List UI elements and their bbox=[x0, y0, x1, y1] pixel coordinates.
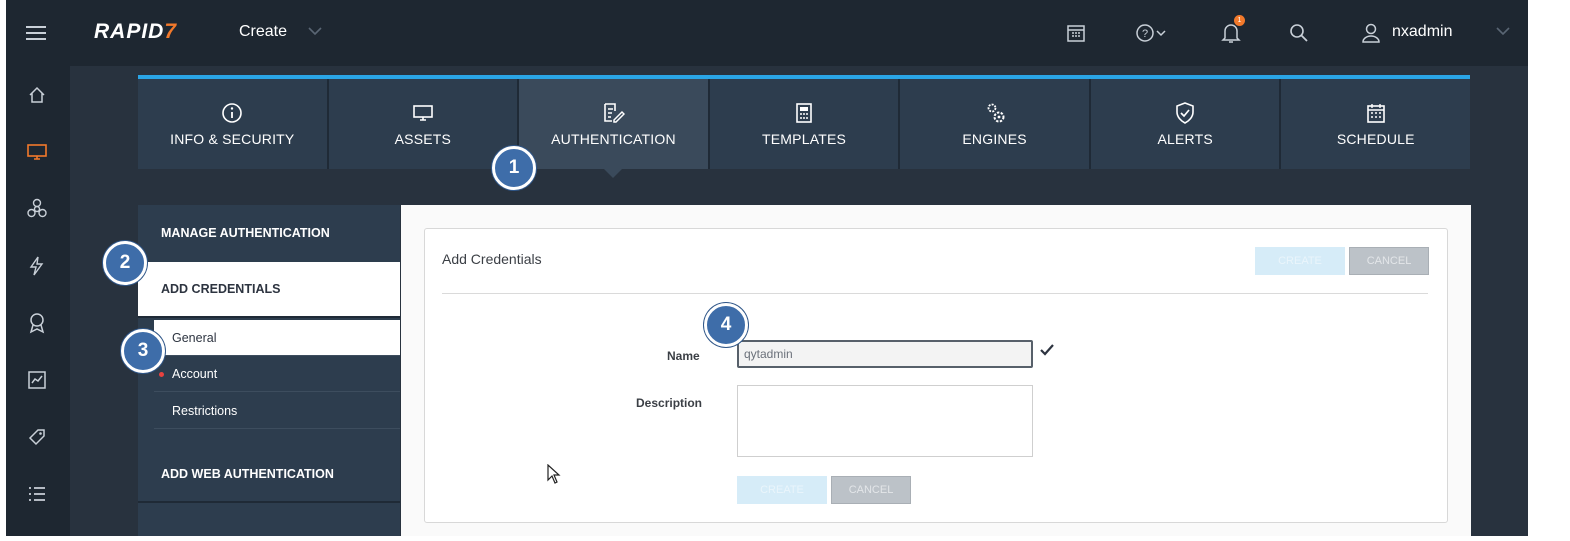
calendar-icon[interactable] bbox=[1063, 20, 1089, 46]
search-icon[interactable] bbox=[1286, 20, 1312, 46]
config-tabs: INFO & SECURITY ASSETS AUTHENTICATION TE… bbox=[138, 79, 1471, 178]
gears-icon bbox=[983, 101, 1007, 125]
credentials-card: Add Credentials CREATE CANCEL Name Descr… bbox=[424, 228, 1448, 523]
sub-item-account[interactable]: Account bbox=[154, 356, 400, 392]
user-icon[interactable] bbox=[1358, 20, 1384, 46]
tab-engines[interactable]: ENGINES bbox=[900, 79, 1091, 169]
chevron-down-icon[interactable] bbox=[1494, 22, 1512, 45]
tab-label: AUTHENTICATION bbox=[551, 131, 676, 147]
info-icon bbox=[220, 101, 244, 125]
calendar-icon bbox=[1364, 101, 1388, 125]
divider bbox=[442, 293, 1428, 294]
home-icon[interactable] bbox=[25, 83, 49, 107]
create-menu[interactable]: Create bbox=[239, 23, 287, 41]
sub-item-general[interactable]: General bbox=[154, 320, 400, 356]
sub-item-label: Account bbox=[172, 366, 218, 381]
tab-label: ALERTS bbox=[1157, 131, 1213, 147]
cancel-button-bottom[interactable]: CANCEL bbox=[831, 476, 911, 504]
add-web-authentication-item[interactable]: ADD WEB AUTHENTICATION bbox=[138, 447, 400, 503]
create-button-bottom[interactable]: CREATE bbox=[737, 476, 827, 504]
monitor-icon bbox=[411, 101, 435, 125]
assets-icon[interactable] bbox=[25, 140, 49, 164]
tab-label: TEMPLATES bbox=[762, 131, 847, 147]
description-label: Description bbox=[636, 396, 703, 410]
list-icon[interactable] bbox=[25, 482, 49, 506]
tags-icon[interactable] bbox=[25, 425, 49, 449]
username-label[interactable]: nxadmin bbox=[1392, 23, 1452, 41]
notification-badge: 1 bbox=[1234, 15, 1245, 26]
tab-label: ENGINES bbox=[962, 131, 1027, 147]
calculator-icon bbox=[792, 101, 816, 125]
add-credentials-item[interactable]: ADD CREDENTIALS bbox=[138, 262, 400, 318]
step-marker-2: 2 bbox=[103, 241, 147, 285]
menu-icon[interactable] bbox=[23, 20, 49, 46]
top-bar: RAPID7 Create ? 1 nxadmin bbox=[6, 0, 1528, 66]
help-icon[interactable]: ? bbox=[1134, 20, 1170, 46]
shield-check-icon bbox=[1173, 101, 1197, 125]
auth-side-menu: MANAGE AUTHENTICATION ADD CREDENTIALS Ge… bbox=[138, 205, 400, 536]
chevron-down-icon[interactable] bbox=[306, 22, 324, 45]
sub-item-label: General bbox=[172, 330, 217, 345]
step-marker-1: 1 bbox=[492, 146, 536, 190]
reports-icon[interactable] bbox=[25, 368, 49, 392]
checkmark-icon bbox=[1039, 343, 1055, 362]
tab-label: SCHEDULE bbox=[1336, 131, 1415, 147]
tab-authentication[interactable]: AUTHENTICATION bbox=[519, 79, 710, 178]
mouse-cursor-icon bbox=[547, 463, 561, 489]
required-indicator bbox=[159, 372, 164, 377]
sub-item-restrictions[interactable]: Restrictions bbox=[154, 393, 400, 429]
name-label: Name bbox=[667, 349, 700, 363]
exploits-icon[interactable] bbox=[25, 254, 49, 278]
left-nav bbox=[6, 66, 70, 536]
sub-item-label: Restrictions bbox=[172, 403, 238, 418]
policies-icon[interactable] bbox=[25, 311, 49, 335]
rapid7-logo[interactable]: RAPID7 bbox=[94, 20, 177, 44]
tab-templates[interactable]: TEMPLATES bbox=[709, 79, 901, 169]
tab-alerts[interactable]: ALERTS bbox=[1090, 79, 1282, 169]
description-input[interactable] bbox=[737, 385, 1033, 457]
step-marker-3: 3 bbox=[121, 329, 165, 373]
tab-info-security[interactable]: INFO & SECURITY bbox=[138, 79, 329, 169]
manage-authentication-item[interactable]: MANAGE AUTHENTICATION bbox=[138, 205, 400, 261]
cancel-button[interactable]: CANCEL bbox=[1349, 247, 1429, 275]
edit-doc-icon bbox=[601, 101, 626, 125]
tab-label: ASSETS bbox=[394, 131, 452, 147]
content-panel: Add Credentials CREATE CANCEL Name Descr… bbox=[401, 205, 1471, 536]
name-input[interactable] bbox=[737, 340, 1033, 368]
tab-assets[interactable]: ASSETS bbox=[328, 79, 520, 169]
app-window: RAPID7 Create ? 1 nxadmin INFO & SECURIT… bbox=[6, 0, 1528, 536]
card-title: Add Credentials bbox=[442, 251, 542, 267]
tab-schedule[interactable]: SCHEDULE bbox=[1281, 79, 1471, 169]
create-button[interactable]: CREATE bbox=[1255, 247, 1345, 275]
tab-label: INFO & SECURITY bbox=[170, 131, 295, 147]
vulnerabilities-icon[interactable] bbox=[25, 197, 49, 221]
svg-text:?: ? bbox=[1142, 28, 1148, 40]
step-marker-4: 4 bbox=[704, 303, 748, 347]
